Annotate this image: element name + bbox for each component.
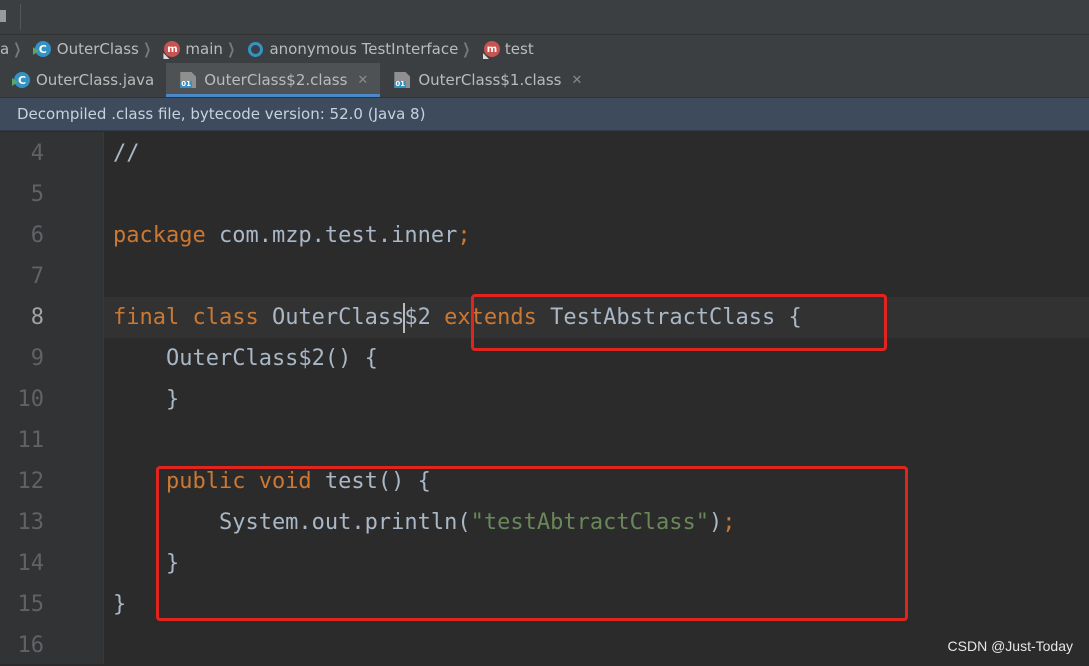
class-icon: C <box>34 41 51 57</box>
code-token: ; <box>457 223 471 248</box>
code-editor[interactable]: 4 // 5 6 package com.mzp.test.inner; 7 8 final … <box>0 132 1089 664</box>
class-icon: C <box>14 72 30 88</box>
breadcrumb-label: test <box>504 40 534 58</box>
code-line[interactable]: // <box>113 133 140 174</box>
code-line[interactable]: OuterClass$2() { <box>113 338 378 379</box>
code-line[interactable]: } <box>113 584 126 625</box>
chevron-right-icon: ❯ <box>143 40 151 58</box>
line-number: 11 <box>17 428 45 453</box>
code-token: } <box>113 592 127 617</box>
code-token: } <box>113 387 180 412</box>
chevron-right-icon: ❯ <box>227 40 235 58</box>
watermark: CSDN @Just-Today <box>947 638 1073 654</box>
code-token: com.mzp.test.inner <box>205 223 458 248</box>
tab-label: OuterClass$2.class <box>204 71 348 89</box>
close-icon[interactable]: ✕ <box>357 73 368 88</box>
tab-outerclass-1-class[interactable]: 01 OuterClass$1.class ✕ <box>380 63 594 97</box>
line-number: 5 <box>30 182 44 207</box>
method-icon: m <box>164 41 181 57</box>
banner-text: Decompiled .class file, bytecode version… <box>17 105 426 123</box>
tab-label: OuterClass$1.class <box>418 71 562 89</box>
line-number: 6 <box>30 223 44 248</box>
line-number: 8 <box>30 305 44 330</box>
code-line[interactable]: } <box>113 379 179 420</box>
line-number: 12 <box>17 469 45 494</box>
line-number: 4 <box>30 141 44 166</box>
breadcrumb-label: anonymous TestInterface <box>269 40 459 58</box>
top-toolbar-strip <box>0 0 1089 35</box>
breadcrumb-item-test[interactable]: m test <box>483 40 534 58</box>
toolbar-separator <box>20 4 21 30</box>
chevron-right-icon: ❯ <box>462 40 471 58</box>
code-token: OuterClass <box>258 305 405 330</box>
breadcrumb-item-outerclass[interactable]: C OuterClass ❯ <box>34 40 159 58</box>
tab-outerclass-java[interactable]: C OuterClass.java <box>0 63 166 97</box>
chevron-right-icon: ❯ <box>13 40 22 58</box>
breadcrumb-label: a <box>0 40 10 58</box>
anonymous-class-icon <box>248 41 264 57</box>
code-token: $2 <box>404 305 445 330</box>
line-number: 16 <box>17 633 45 658</box>
code-token: // <box>113 141 140 166</box>
line-number: 15 <box>17 592 45 617</box>
line-number: 13 <box>17 510 45 535</box>
breadcrumb: a ❯ C OuterClass ❯ m main ❯ anonymous Te… <box>0 35 1089 63</box>
toolbar-square-icon[interactable] <box>0 10 6 22</box>
compiled-class-icon: 01 <box>180 72 197 88</box>
line-number: 9 <box>30 346 44 371</box>
line-number: 7 <box>30 264 44 289</box>
breadcrumb-label: OuterClass <box>56 40 139 58</box>
code-line[interactable]: package com.mzp.test.inner; <box>113 215 471 256</box>
decompiled-banner: Decompiled .class file, bytecode version… <box>0 98 1089 131</box>
tab-label: OuterClass.java <box>36 71 155 89</box>
highlight-box-extends <box>471 294 887 351</box>
close-icon[interactable]: ✕ <box>571 73 582 88</box>
compiled-class-icon: 01 <box>394 72 411 88</box>
code-token: OuterClass$2() { <box>113 346 378 371</box>
breadcrumb-item-anonymous-testinterface[interactable]: anonymous TestInterface ❯ <box>248 40 477 58</box>
code-token: package <box>113 223 206 248</box>
highlight-box-test-method <box>156 466 908 621</box>
breadcrumb-label: main <box>185 40 223 58</box>
editor-tab-bar: C OuterClass.java 01 OuterClass$2.class … <box>0 63 1089 98</box>
breadcrumb-item-main[interactable]: m main ❯ <box>164 40 242 58</box>
tab-outerclass-2-class[interactable]: 01 OuterClass$2.class ✕ <box>166 63 381 97</box>
code-token: final class <box>113 305 259 330</box>
breadcrumb-item-package[interactable]: a ❯ <box>0 40 29 58</box>
method-icon: m <box>483 41 500 57</box>
line-number: 10 <box>17 387 45 412</box>
line-number: 14 <box>17 551 45 576</box>
